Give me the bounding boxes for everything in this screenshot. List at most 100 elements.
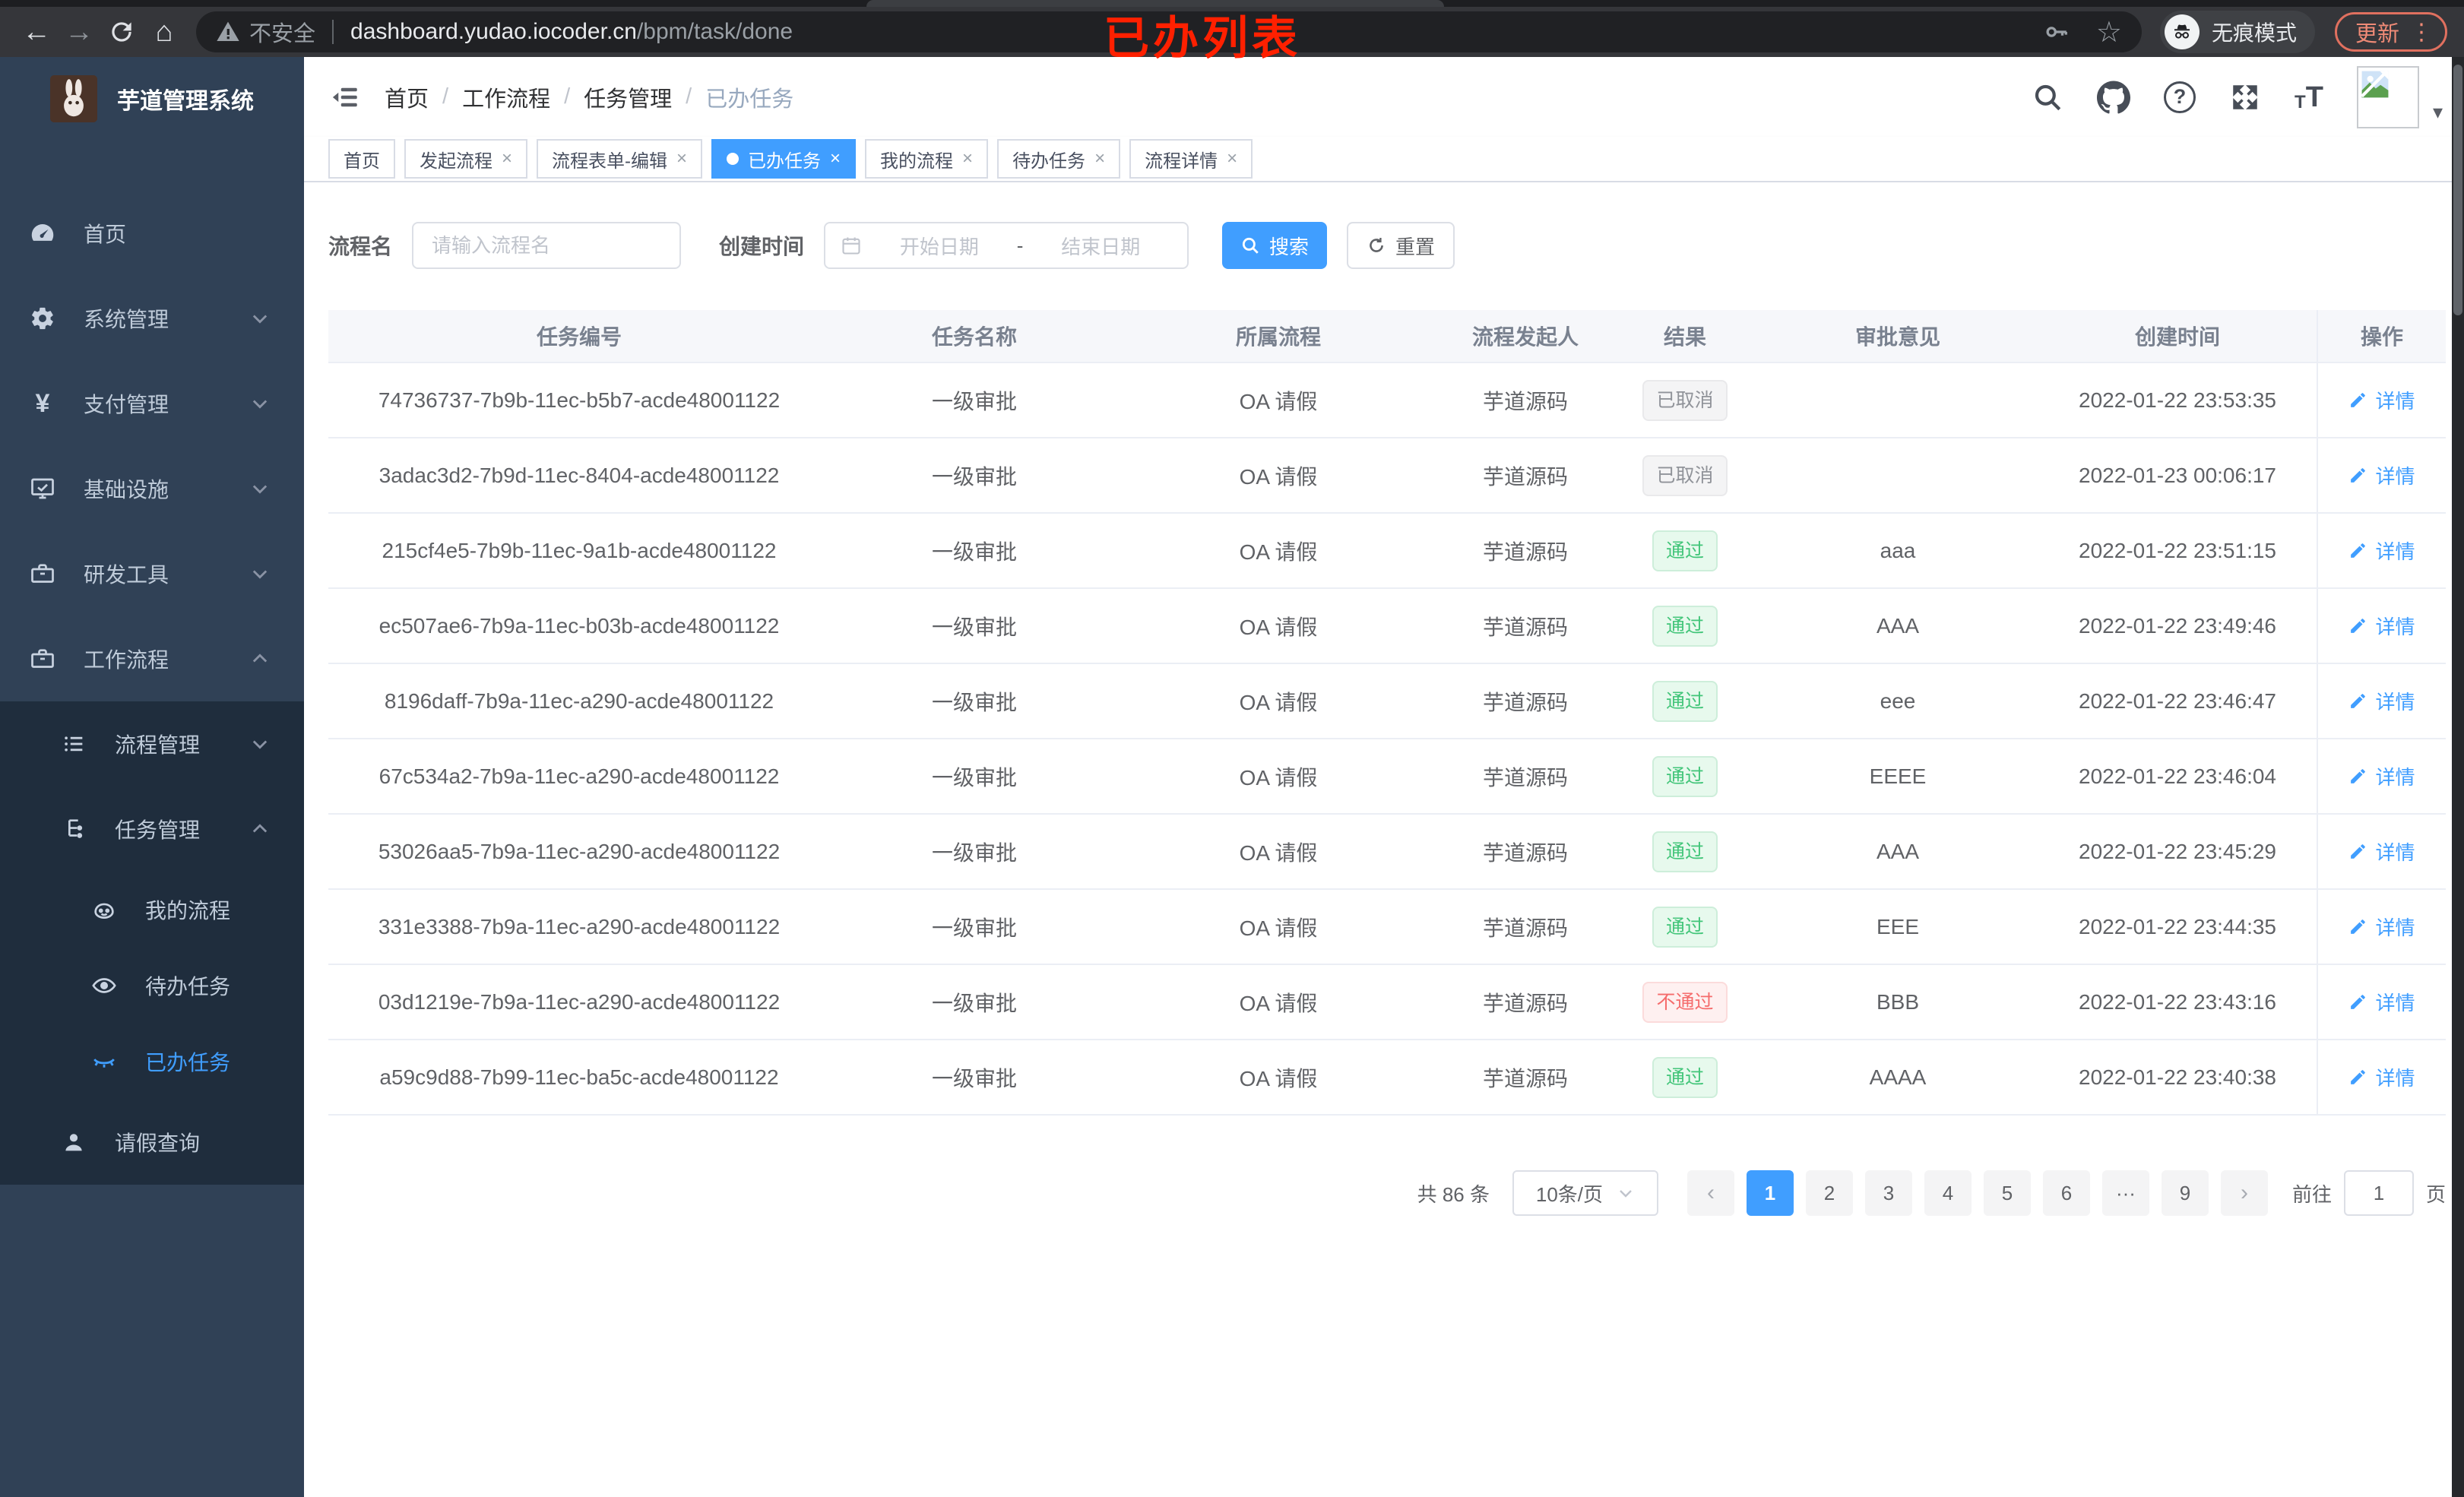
sidebar-item-my-process[interactable]: 我的流程 — [0, 872, 304, 948]
reset-button[interactable]: 重置 — [1347, 222, 1455, 269]
sidebar-item-system[interactable]: 系统管理 — [0, 276, 304, 361]
tab-done-tasks[interactable]: 已办任务 × — [711, 139, 857, 179]
app-logo-row[interactable]: 芋道管理系统 — [0, 57, 304, 141]
browser-reload-icon[interactable] — [100, 11, 143, 53]
eye-open-icon — [89, 973, 119, 999]
close-icon[interactable]: × — [502, 150, 512, 168]
search-button[interactable]: 搜索 — [1222, 222, 1328, 269]
page-button[interactable]: 3 — [1864, 1170, 1912, 1216]
result-badge: 已取消 — [1642, 454, 1728, 496]
sidebar-item-done-tasks[interactable]: 已办任务 — [0, 1024, 304, 1100]
breadcrumb-home[interactable]: 首页 — [385, 81, 429, 113]
detail-link[interactable]: 详情 — [2348, 536, 2415, 565]
search-icon[interactable] — [2032, 81, 2063, 113]
detail-link[interactable]: 详情 — [2348, 386, 2415, 414]
browser-menu-icon[interactable]: ⋮ — [2410, 19, 2434, 46]
cell-task-id: ec507ae6-7b9a-11ec-b03b-acde48001122 — [378, 613, 780, 638]
detail-link[interactable]: 详情 — [2348, 988, 2415, 1016]
page-button[interactable]: 9 — [2161, 1170, 2209, 1216]
cell-actions: 详情 — [2317, 363, 2446, 437]
close-icon[interactable]: × — [1094, 150, 1105, 168]
scrollbar-thumb[interactable] — [2453, 65, 2462, 315]
browser-back-icon[interactable]: ← — [15, 11, 58, 53]
detail-link[interactable]: 详情 — [2348, 762, 2415, 790]
cell-actions: 详情 — [2317, 1040, 2446, 1114]
list-icon — [59, 731, 89, 757]
search-button-label: 搜索 — [1269, 235, 1310, 258]
browser-forward-icon[interactable]: → — [58, 11, 100, 53]
breadcrumb-workflow[interactable]: 工作流程 — [462, 81, 550, 113]
sidebar-item-home[interactable]: 首页 — [0, 191, 304, 276]
tab-my-process[interactable]: 我的流程 × — [865, 139, 989, 179]
detail-link[interactable]: 详情 — [2348, 687, 2415, 715]
sidebar-item-payment[interactable]: ¥ 支付管理 — [0, 361, 304, 446]
sidebar-item-task-mgmt[interactable]: 任务管理 — [0, 786, 304, 872]
cell-process: OA 请假 — [1239, 916, 1318, 940]
table-body: 74736737-7b9b-11ec-b5b7-acde48001122 一级审… — [328, 363, 2446, 1116]
process-name-input[interactable] — [412, 222, 682, 269]
tab-home[interactable]: 首页 — [328, 139, 395, 179]
next-page-button[interactable]: › — [2220, 1170, 2268, 1216]
sidebar-item-todo-tasks[interactable]: 待办任务 — [0, 948, 304, 1024]
result-badge: 通过 — [1652, 605, 1718, 647]
page-button[interactable]: 4 — [1924, 1170, 1972, 1216]
fullscreen-icon[interactable] — [2229, 81, 2261, 113]
incognito-label: 无痕模式 — [2212, 21, 2298, 45]
close-icon[interactable]: × — [1227, 150, 1237, 168]
detail-link-label: 详情 — [2375, 916, 2415, 939]
help-icon[interactable]: ? — [2164, 81, 2196, 113]
avatar[interactable] — [2356, 65, 2419, 128]
password-key-icon[interactable] — [2043, 18, 2070, 46]
breadcrumb-task-mgmt[interactable]: 任务管理 — [584, 81, 672, 113]
tab-label: 发起流程 — [420, 150, 492, 172]
tab-start-process[interactable]: 发起流程 × — [404, 139, 528, 179]
cell-result: 通过 — [1613, 906, 1757, 948]
not-secure-label[interactable]: 不安全 — [249, 16, 315, 48]
detail-link[interactable]: 详情 — [2348, 612, 2415, 640]
page-button[interactable]: 2 — [1805, 1170, 1853, 1216]
briefcase-icon — [27, 645, 58, 673]
date-range-input[interactable]: 开始日期 - 结束日期 — [824, 222, 1189, 269]
result-badge: 已取消 — [1642, 379, 1728, 421]
cell-create-time: 2022-01-22 23:43:16 — [2079, 989, 2276, 1014]
sidebar-item-devtools[interactable]: 研发工具 — [0, 531, 304, 616]
browser-chrome: ← → ⌂ 不安全 dashboard.yudao.iocoder.cn /bp… — [0, 0, 2464, 64]
detail-link[interactable]: 详情 — [2348, 913, 2415, 941]
page-button[interactable]: 5 — [1983, 1170, 2031, 1216]
page-button[interactable]: 1 — [1746, 1170, 1794, 1216]
hamburger-icon[interactable] — [327, 79, 363, 116]
close-icon[interactable]: × — [962, 150, 973, 168]
cell-create-time: 2022-01-22 23:44:35 — [2079, 914, 2276, 938]
close-icon[interactable]: × — [830, 150, 841, 168]
tab-label: 待办任务 — [1012, 150, 1086, 172]
detail-link[interactable]: 详情 — [2348, 1063, 2415, 1091]
sidebar-item-infra[interactable]: 基础设施 — [0, 446, 304, 531]
browser-home-icon[interactable]: ⌂ — [143, 11, 185, 53]
page-size-select[interactable]: 10条/页 — [1512, 1170, 1658, 1216]
start-date-placeholder: 开始日期 — [899, 235, 979, 258]
detail-link[interactable]: 详情 — [2348, 461, 2415, 489]
tab-process-form-edit[interactable]: 流程表单-编辑 × — [537, 139, 703, 179]
github-icon[interactable] — [2097, 81, 2131, 114]
prev-page-button[interactable]: ‹ — [1686, 1170, 1734, 1216]
bookmark-star-icon[interactable]: ☆ — [2096, 15, 2122, 49]
close-icon[interactable]: × — [676, 150, 687, 168]
sidebar-item-workflow[interactable]: 工作流程 — [0, 616, 304, 701]
browser-scrollbar[interactable] — [2452, 57, 2464, 1497]
page-button[interactable]: 6 — [2042, 1170, 2090, 1216]
tab-todo-tasks[interactable]: 待办任务 × — [997, 139, 1121, 179]
update-button[interactable]: 更新 ⋮ — [2335, 12, 2448, 52]
tab-process-detail[interactable]: 流程详情 × — [1129, 139, 1253, 179]
font-size-icon[interactable]: TT — [2295, 83, 2323, 112]
cell-result: 通过 — [1613, 1056, 1757, 1098]
detail-link-label: 详情 — [2375, 691, 2415, 714]
detail-link[interactable]: 详情 — [2348, 837, 2415, 866]
cell-task-id: 03d1219e-7b9a-11ec-a290-acde48001122 — [378, 989, 781, 1014]
yen-icon: ¥ — [35, 389, 50, 418]
sidebar-item-label: 我的流程 — [145, 899, 231, 923]
caret-down-icon[interactable]: ▾ — [2433, 100, 2443, 128]
page-jumper-input[interactable] — [2343, 1170, 2414, 1216]
page-ellipsis-button[interactable]: ··· — [2101, 1170, 2149, 1216]
sidebar-item-leave-query[interactable]: 请假查询 — [0, 1100, 304, 1185]
sidebar-item-process-mgmt[interactable]: 流程管理 — [0, 701, 304, 786]
